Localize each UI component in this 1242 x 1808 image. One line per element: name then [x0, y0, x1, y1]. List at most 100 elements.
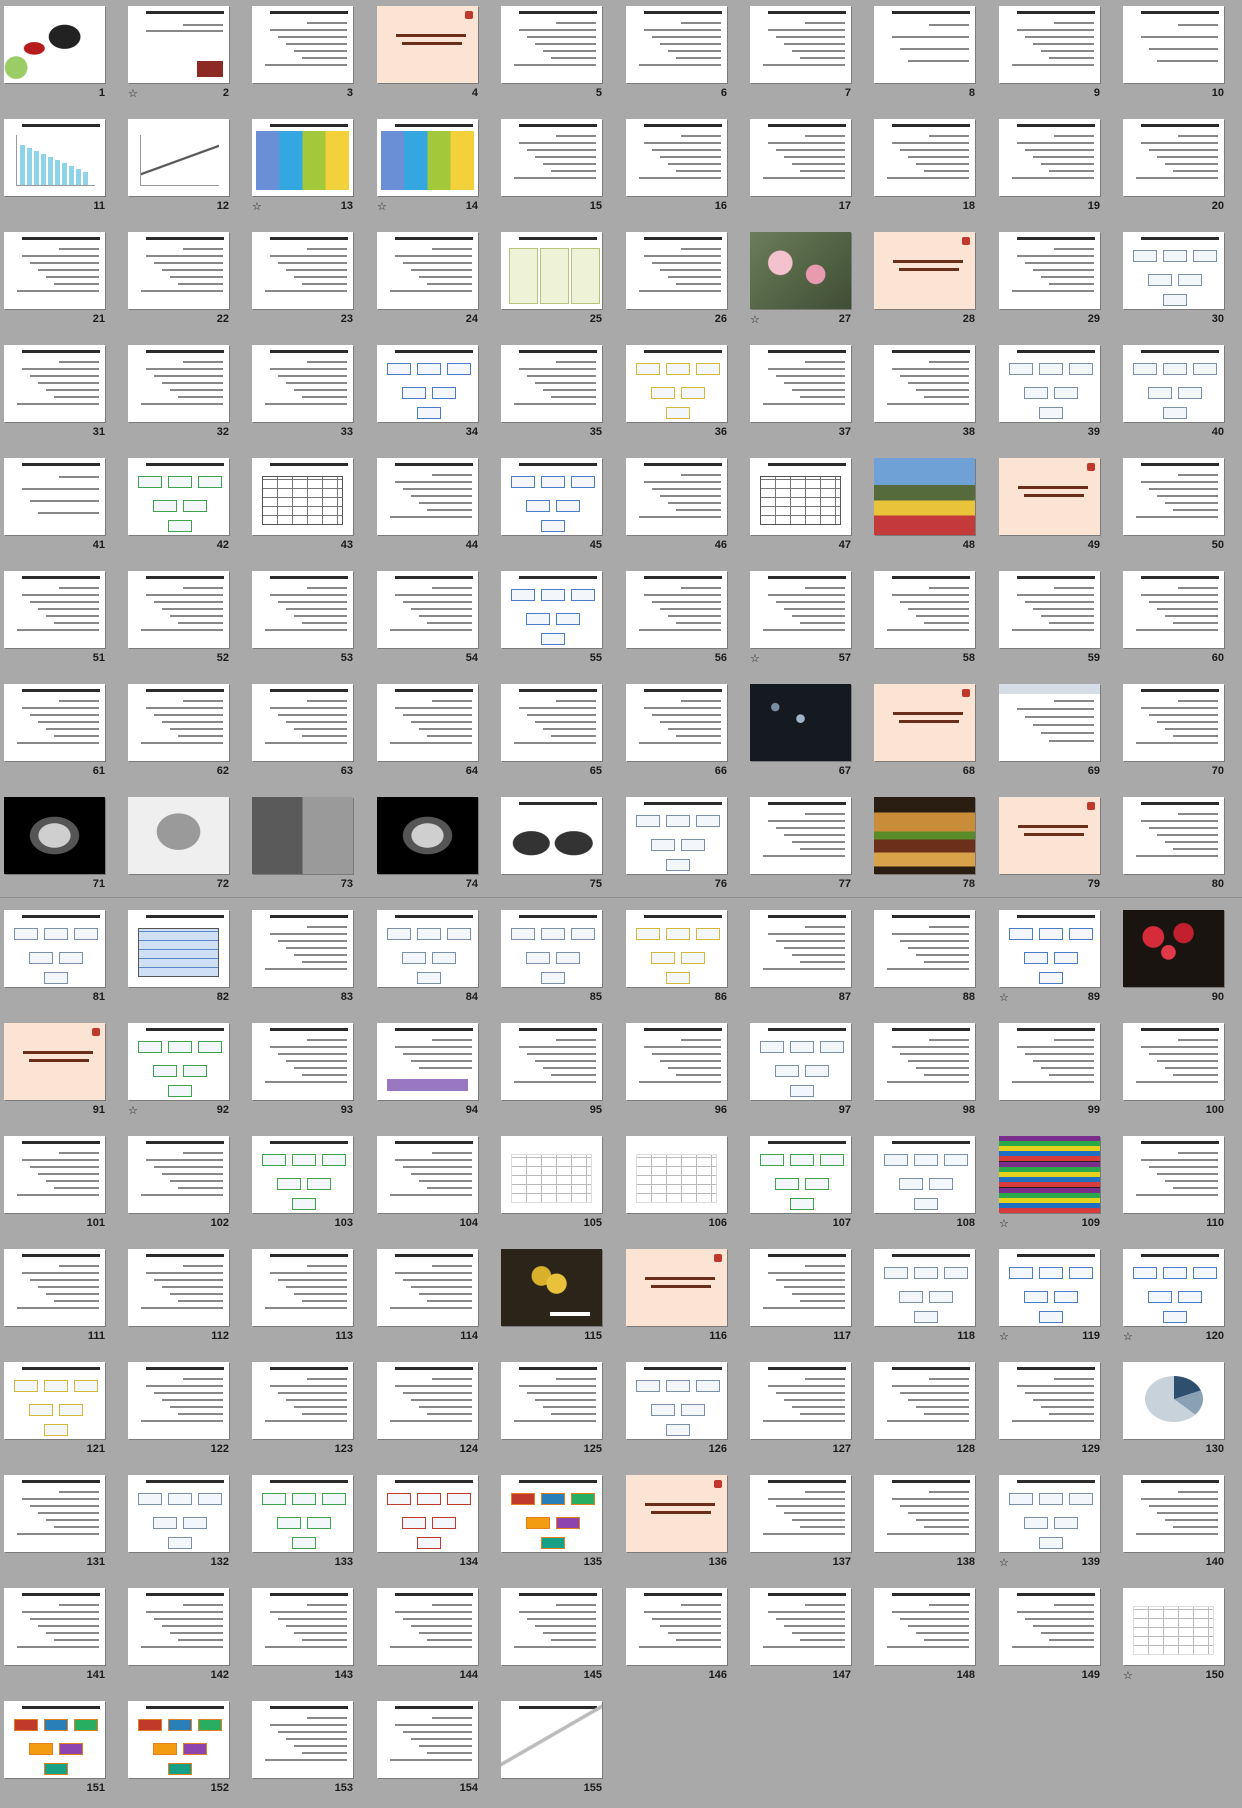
slide-thumbnail-84[interactable]: 84	[373, 906, 496, 1017]
slide-thumbnail-22[interactable]: 22	[124, 228, 247, 339]
slide-thumbnail-145[interactable]: 145	[497, 1584, 620, 1695]
slide-preview[interactable]	[501, 797, 602, 874]
slide-thumbnail-65[interactable]: 65	[497, 680, 620, 791]
slide-preview[interactable]	[501, 684, 602, 761]
slide-preview[interactable]	[874, 6, 975, 83]
slide-preview[interactable]	[501, 1249, 602, 1326]
slide-thumbnail-70[interactable]: 70	[1119, 680, 1242, 791]
slide-preview[interactable]	[128, 232, 229, 309]
slide-preview[interactable]	[1123, 684, 1224, 761]
slide-preview[interactable]	[252, 1588, 353, 1665]
slide-thumbnail-53[interactable]: 53	[248, 567, 371, 678]
slide-preview[interactable]	[252, 232, 353, 309]
slide-preview[interactable]	[999, 1362, 1100, 1439]
slide-thumbnail-111[interactable]: 111	[0, 1245, 123, 1356]
slide-preview[interactable]	[501, 458, 602, 535]
slide-preview[interactable]	[750, 119, 851, 196]
slide-preview[interactable]	[501, 1136, 602, 1213]
slide-preview[interactable]	[252, 345, 353, 422]
slide-thumbnail-74[interactable]: 74	[373, 793, 496, 904]
slide-preview[interactable]	[252, 6, 353, 83]
slide-preview[interactable]	[377, 1362, 478, 1439]
slide-preview[interactable]	[626, 119, 727, 196]
slide-preview[interactable]	[128, 1023, 229, 1100]
slide-thumbnail-149[interactable]: 149	[995, 1584, 1118, 1695]
slide-preview[interactable]	[128, 1249, 229, 1326]
slide-thumbnail-121[interactable]: 121	[0, 1358, 123, 1469]
slide-thumbnail-42[interactable]: 42	[124, 454, 247, 565]
slide-thumbnail-25[interactable]: 25	[497, 228, 620, 339]
slide-thumbnail-92[interactable]: 92 ☆	[124, 1019, 247, 1130]
slide-thumbnail-150[interactable]: 150 ☆	[1119, 1584, 1242, 1695]
slide-thumbnail-132[interactable]: 132	[124, 1471, 247, 1582]
slide-thumbnail-64[interactable]: 64	[373, 680, 496, 791]
slide-preview[interactable]	[626, 1588, 727, 1665]
slide-preview[interactable]	[999, 1588, 1100, 1665]
slide-thumbnail-133[interactable]: 133	[248, 1471, 371, 1582]
slide-thumbnail-95[interactable]: 95	[497, 1019, 620, 1130]
slide-thumbnail-55[interactable]: 55	[497, 567, 620, 678]
slide-thumbnail-85[interactable]: 85	[497, 906, 620, 1017]
slide-thumbnail-139[interactable]: 139 ☆	[995, 1471, 1118, 1582]
slide-preview[interactable]	[750, 458, 851, 535]
slide-preview[interactable]	[128, 797, 229, 874]
slide-thumbnail-54[interactable]: 54	[373, 567, 496, 678]
slide-thumbnail-148[interactable]: 148	[870, 1584, 993, 1695]
slide-preview[interactable]	[626, 1475, 727, 1552]
slide-preview[interactable]	[4, 1701, 105, 1778]
slide-preview[interactable]	[377, 1701, 478, 1778]
slide-thumbnail-112[interactable]: 112	[124, 1245, 247, 1356]
slide-thumbnail-113[interactable]: 113	[248, 1245, 371, 1356]
slide-thumbnail-144[interactable]: 144	[373, 1584, 496, 1695]
slide-preview[interactable]	[874, 345, 975, 422]
slide-preview[interactable]	[750, 1362, 851, 1439]
slide-preview[interactable]	[4, 1362, 105, 1439]
slide-thumbnail-119[interactable]: 119 ☆	[995, 1245, 1118, 1356]
slide-thumbnail-5[interactable]: 5	[497, 2, 620, 113]
slide-preview[interactable]	[1123, 345, 1224, 422]
slide-thumbnail-52[interactable]: 52	[124, 567, 247, 678]
slide-preview[interactable]	[128, 1136, 229, 1213]
slide-thumbnail-37[interactable]: 37	[746, 341, 869, 452]
slide-preview[interactable]	[4, 1023, 105, 1100]
slide-thumbnail-10[interactable]: 10	[1119, 2, 1242, 113]
slide-preview[interactable]	[1123, 571, 1224, 648]
slide-thumbnail-24[interactable]: 24	[373, 228, 496, 339]
slide-preview[interactable]	[1123, 6, 1224, 83]
slide-thumbnail-125[interactable]: 125	[497, 1358, 620, 1469]
slide-preview[interactable]	[4, 232, 105, 309]
slide-preview[interactable]	[377, 571, 478, 648]
slide-thumbnail-89[interactable]: 89 ☆	[995, 906, 1118, 1017]
slide-preview[interactable]	[128, 458, 229, 535]
slide-preview[interactable]	[501, 910, 602, 987]
slide-preview[interactable]	[128, 571, 229, 648]
slide-thumbnail-129[interactable]: 129	[995, 1358, 1118, 1469]
slide-preview[interactable]	[501, 1023, 602, 1100]
slide-thumbnail-13[interactable]: 13 ☆	[248, 115, 371, 226]
slide-preview[interactable]	[874, 1588, 975, 1665]
slide-thumbnail-116[interactable]: 116	[622, 1245, 745, 1356]
slide-preview[interactable]	[128, 1475, 229, 1552]
slide-thumbnail-76[interactable]: 76	[622, 793, 745, 904]
slide-thumbnail-154[interactable]: 154	[373, 1697, 496, 1808]
slide-preview[interactable]	[874, 1249, 975, 1326]
slide-thumbnail-104[interactable]: 104	[373, 1132, 496, 1243]
slide-preview[interactable]	[377, 1475, 478, 1552]
slide-thumbnail-107[interactable]: 107	[746, 1132, 869, 1243]
slide-preview[interactable]	[999, 684, 1100, 761]
slide-preview[interactable]	[626, 232, 727, 309]
slide-thumbnail-23[interactable]: 23	[248, 228, 371, 339]
slide-thumbnail-20[interactable]: 20	[1119, 115, 1242, 226]
slide-thumbnail-63[interactable]: 63	[248, 680, 371, 791]
slide-thumbnail-94[interactable]: 94	[373, 1019, 496, 1130]
slide-preview[interactable]	[750, 1249, 851, 1326]
slide-thumbnail-39[interactable]: 39	[995, 341, 1118, 452]
slide-thumbnail-137[interactable]: 137	[746, 1471, 869, 1582]
slide-preview[interactable]	[501, 1362, 602, 1439]
slide-preview[interactable]	[1123, 1362, 1224, 1439]
slide-thumbnail-44[interactable]: 44	[373, 454, 496, 565]
slide-preview[interactable]	[874, 458, 975, 535]
slide-preview[interactable]	[501, 119, 602, 196]
slide-thumbnail-27[interactable]: 27 ☆	[746, 228, 869, 339]
slide-thumbnail-17[interactable]: 17	[746, 115, 869, 226]
